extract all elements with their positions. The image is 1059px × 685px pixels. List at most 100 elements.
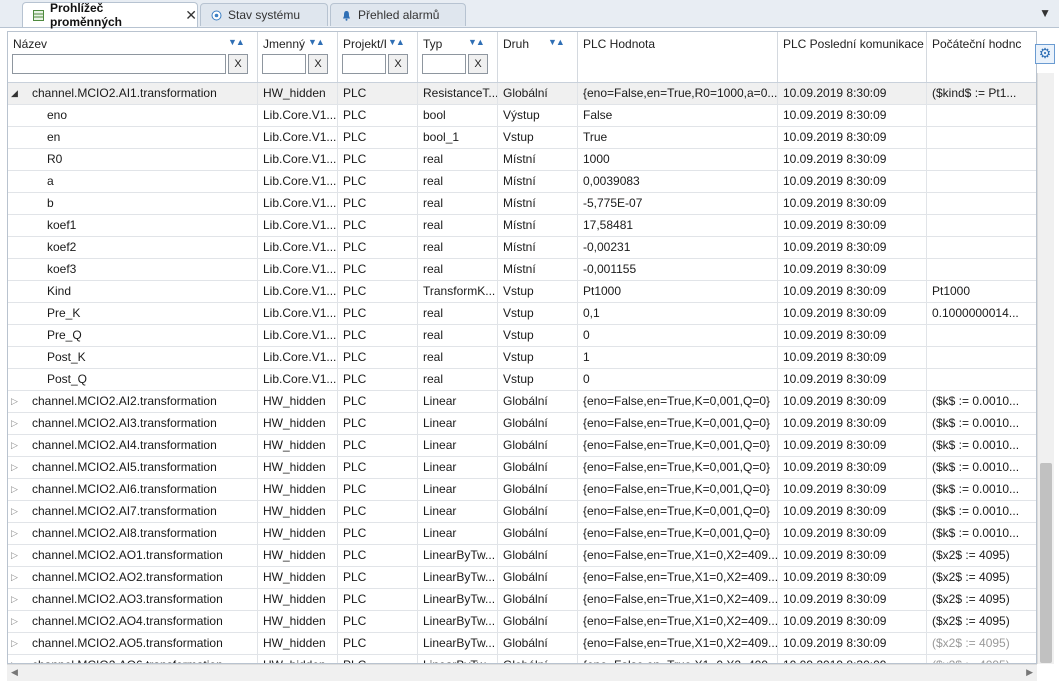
table-row[interactable]: ▷ channel.MCIO2.AO2.transformation HW_hidd… — [8, 567, 1036, 589]
scroll-left-icon[interactable]: ◀ — [11, 667, 18, 678]
expand-icon[interactable]: ▷ — [11, 567, 18, 588]
cell-init — [927, 369, 1036, 390]
collapse-icon[interactable]: ◢ — [11, 83, 18, 104]
filter-input[interactable] — [12, 54, 226, 74]
column-header-1[interactable]: Jmenný ▼▲ X — [258, 32, 338, 82]
column-header-3[interactable]: Typ ▼▲ X — [418, 32, 498, 82]
table-row[interactable]: Post_K Lib.Core.V1... PLC real Vstup 1 10.09.2… — [8, 347, 1036, 369]
table-row[interactable]: eno Lib.Core.V1... PLC bool Výstup False 10.09… — [8, 105, 1036, 127]
expand-icon[interactable]: ▷ — [11, 391, 18, 412]
tab-variable-viewer[interactable]: Prohlížeč proměnných ✕ — [22, 1, 198, 29]
cell-type: LinearByTw... — [418, 633, 498, 654]
sort-icon[interactable]: ▼▲ — [308, 37, 325, 47]
scroll-right-icon[interactable]: ▶ — [1026, 667, 1033, 678]
cell-lastcomm: 10.09.2019 8:30:09 — [778, 193, 927, 214]
table-row[interactable]: en Lib.Core.V1... PLC bool_1 Vstup True 10.09.… — [8, 127, 1036, 149]
table-row[interactable]: ▷ channel.MCIO2.AI7.transformation HW_hidd… — [8, 501, 1036, 523]
table-row[interactable]: ▷ channel.MCIO2.AO5.transformation HW_hidd… — [8, 633, 1036, 655]
table-row[interactable]: ▷ channel.MCIO2.AI3.transformation HW_hidd… — [8, 413, 1036, 435]
table-row[interactable]: ▷ channel.MCIO2.AI6.transformation HW_hidd… — [8, 479, 1036, 501]
cell-init — [927, 171, 1036, 192]
filter-clear-button[interactable]: X — [308, 54, 328, 74]
sort-icon[interactable]: ▼▲ — [228, 37, 245, 47]
cell-init: ($x2$ := 4095) — [927, 545, 1036, 566]
cell-lastcomm: 10.09.2019 8:30:09 — [778, 611, 927, 632]
cell-ns: Lib.Core.V1... — [258, 127, 338, 148]
sort-icon[interactable]: ▼▲ — [548, 37, 565, 47]
filter-input[interactable] — [422, 54, 466, 74]
expand-icon[interactable]: ▷ — [11, 413, 18, 434]
cell-name: eno — [8, 105, 258, 126]
cell-kind: Výstup — [498, 105, 578, 126]
column-header-5[interactable]: PLC Hodnota — [578, 32, 778, 82]
expand-icon[interactable]: ▷ — [11, 611, 18, 632]
expand-icon[interactable]: ▷ — [11, 655, 18, 663]
variable-name: Kind — [47, 284, 72, 298]
cell-ns: Lib.Core.V1... — [258, 237, 338, 258]
column-header-4[interactable]: Druh ▼▲ — [498, 32, 578, 82]
expand-icon[interactable]: ▷ — [11, 479, 18, 500]
sort-icon[interactable]: ▼▲ — [388, 37, 405, 47]
expand-icon[interactable]: ▷ — [11, 589, 18, 610]
cell-kind: Vstup — [498, 127, 578, 148]
column-header-6[interactable]: PLC Poslední komunikace — [778, 32, 927, 82]
filter-input[interactable] — [342, 54, 386, 74]
table-row[interactable]: Pre_K Lib.Core.V1... PLC real Vstup 0,1 10.09.… — [8, 303, 1036, 325]
tab-alarm-overview[interactable]: Přehled alarmů — [330, 3, 466, 26]
tab-menu-dropdown[interactable]: ▼ — [1039, 6, 1051, 20]
expand-icon[interactable]: ▷ — [11, 545, 18, 566]
scrollbar-thumb[interactable] — [1040, 463, 1052, 663]
filter-clear-button[interactable]: X — [468, 54, 488, 74]
table-row[interactable]: ▷ channel.MCIO2.AO1.transformation HW_hidd… — [8, 545, 1036, 567]
table-row[interactable]: Pre_Q Lib.Core.V1... PLC real Vstup 0 10.09.20… — [8, 325, 1036, 347]
cell-ns: Lib.Core.V1... — [258, 215, 338, 236]
cell-value: -0,00231 — [578, 237, 778, 258]
table-row[interactable]: koef1 Lib.Core.V1... PLC real Místní 17,58481… — [8, 215, 1036, 237]
variable-name: channel.MCIO2.AO4.transformation — [32, 614, 223, 628]
column-header-2[interactable]: Projekt/I ▼▲ X — [338, 32, 418, 82]
table-row[interactable]: ▷channel.MCIO2.AO6.transformationHW_hidd… — [8, 655, 1036, 663]
expand-icon[interactable]: ▷ — [11, 457, 18, 478]
cell-init — [927, 325, 1036, 346]
table-row[interactable]: Post_Q Lib.Core.V1... PLC real Vstup 0 10.09.2… — [8, 369, 1036, 391]
cell-lastcomm: 10.09.2019 8:30:09 — [778, 545, 927, 566]
table-row[interactable]: koef3 Lib.Core.V1... PLC real Místní -0,00115… — [8, 259, 1036, 281]
table-row[interactable]: b Lib.Core.V1... PLC real Místní -5,775E-07 10… — [8, 193, 1036, 215]
vertical-scrollbar[interactable] — [1037, 73, 1054, 664]
cell-proj: PLC — [338, 501, 418, 522]
cell-proj: PLC — [338, 281, 418, 302]
column-header-7[interactable]: Počáteční hodnc — [927, 32, 1036, 82]
tab-label: Prohlížeč proměnných — [50, 1, 123, 29]
table-row[interactable]: ▷ channel.MCIO2.AI5.transformation HW_hidd… — [8, 457, 1036, 479]
table-row[interactable]: Kind Lib.Core.V1... PLC TransformK... Vstup P… — [8, 281, 1036, 303]
expand-icon[interactable]: ▷ — [11, 501, 18, 522]
table-row[interactable]: a Lib.Core.V1... PLC real Místní 0,0039083 10.… — [8, 171, 1036, 193]
cell-value: Pt1000 — [578, 281, 778, 302]
horizontal-scrollbar[interactable]: ◀ ▶ — [7, 664, 1037, 681]
table-row[interactable]: ◢ channel.MCIO2.AI1.transformation HW_hidd… — [8, 83, 1036, 105]
tab-system-status[interactable]: Stav systému — [200, 3, 328, 26]
column-title: PLC Poslední komunikace — [783, 37, 924, 51]
cell-kind: Globální — [498, 589, 578, 610]
cell-value: -5,775E-07 — [578, 193, 778, 214]
close-icon[interactable]: ✕ — [185, 7, 197, 24]
filter-clear-button[interactable]: X — [388, 54, 408, 74]
sort-icon[interactable]: ▼▲ — [468, 37, 485, 47]
table-row[interactable]: ▷ channel.MCIO2.AO4.transformation HW_hidd… — [8, 611, 1036, 633]
column-header-0[interactable]: Název ▼▲ X — [8, 32, 258, 82]
cell-lastcomm: 10.09.2019 8:30:09 — [778, 149, 927, 170]
gear-icon[interactable]: ⚙ — [1035, 44, 1055, 64]
cell-init: ($x2$ := 4095) — [927, 611, 1036, 632]
expand-icon[interactable]: ▷ — [11, 523, 18, 544]
table-row[interactable]: ▷ channel.MCIO2.AI2.transformation HW_hidd… — [8, 391, 1036, 413]
column-title: Projekt/I — [343, 37, 387, 51]
filter-input[interactable] — [262, 54, 306, 74]
table-row[interactable]: ▷ channel.MCIO2.AI8.transformation HW_hidd… — [8, 523, 1036, 545]
table-row[interactable]: ▷ channel.MCIO2.AO3.transformation HW_hidd… — [8, 589, 1036, 611]
table-row[interactable]: R0 Lib.Core.V1... PLC real Místní 1000 10.09.2… — [8, 149, 1036, 171]
table-row[interactable]: koef2 Lib.Core.V1... PLC real Místní -0,00231… — [8, 237, 1036, 259]
table-row[interactable]: ▷ channel.MCIO2.AI4.transformation HW_hidd… — [8, 435, 1036, 457]
expand-icon[interactable]: ▷ — [11, 633, 18, 654]
filter-clear-button[interactable]: X — [228, 54, 248, 74]
expand-icon[interactable]: ▷ — [11, 435, 18, 456]
